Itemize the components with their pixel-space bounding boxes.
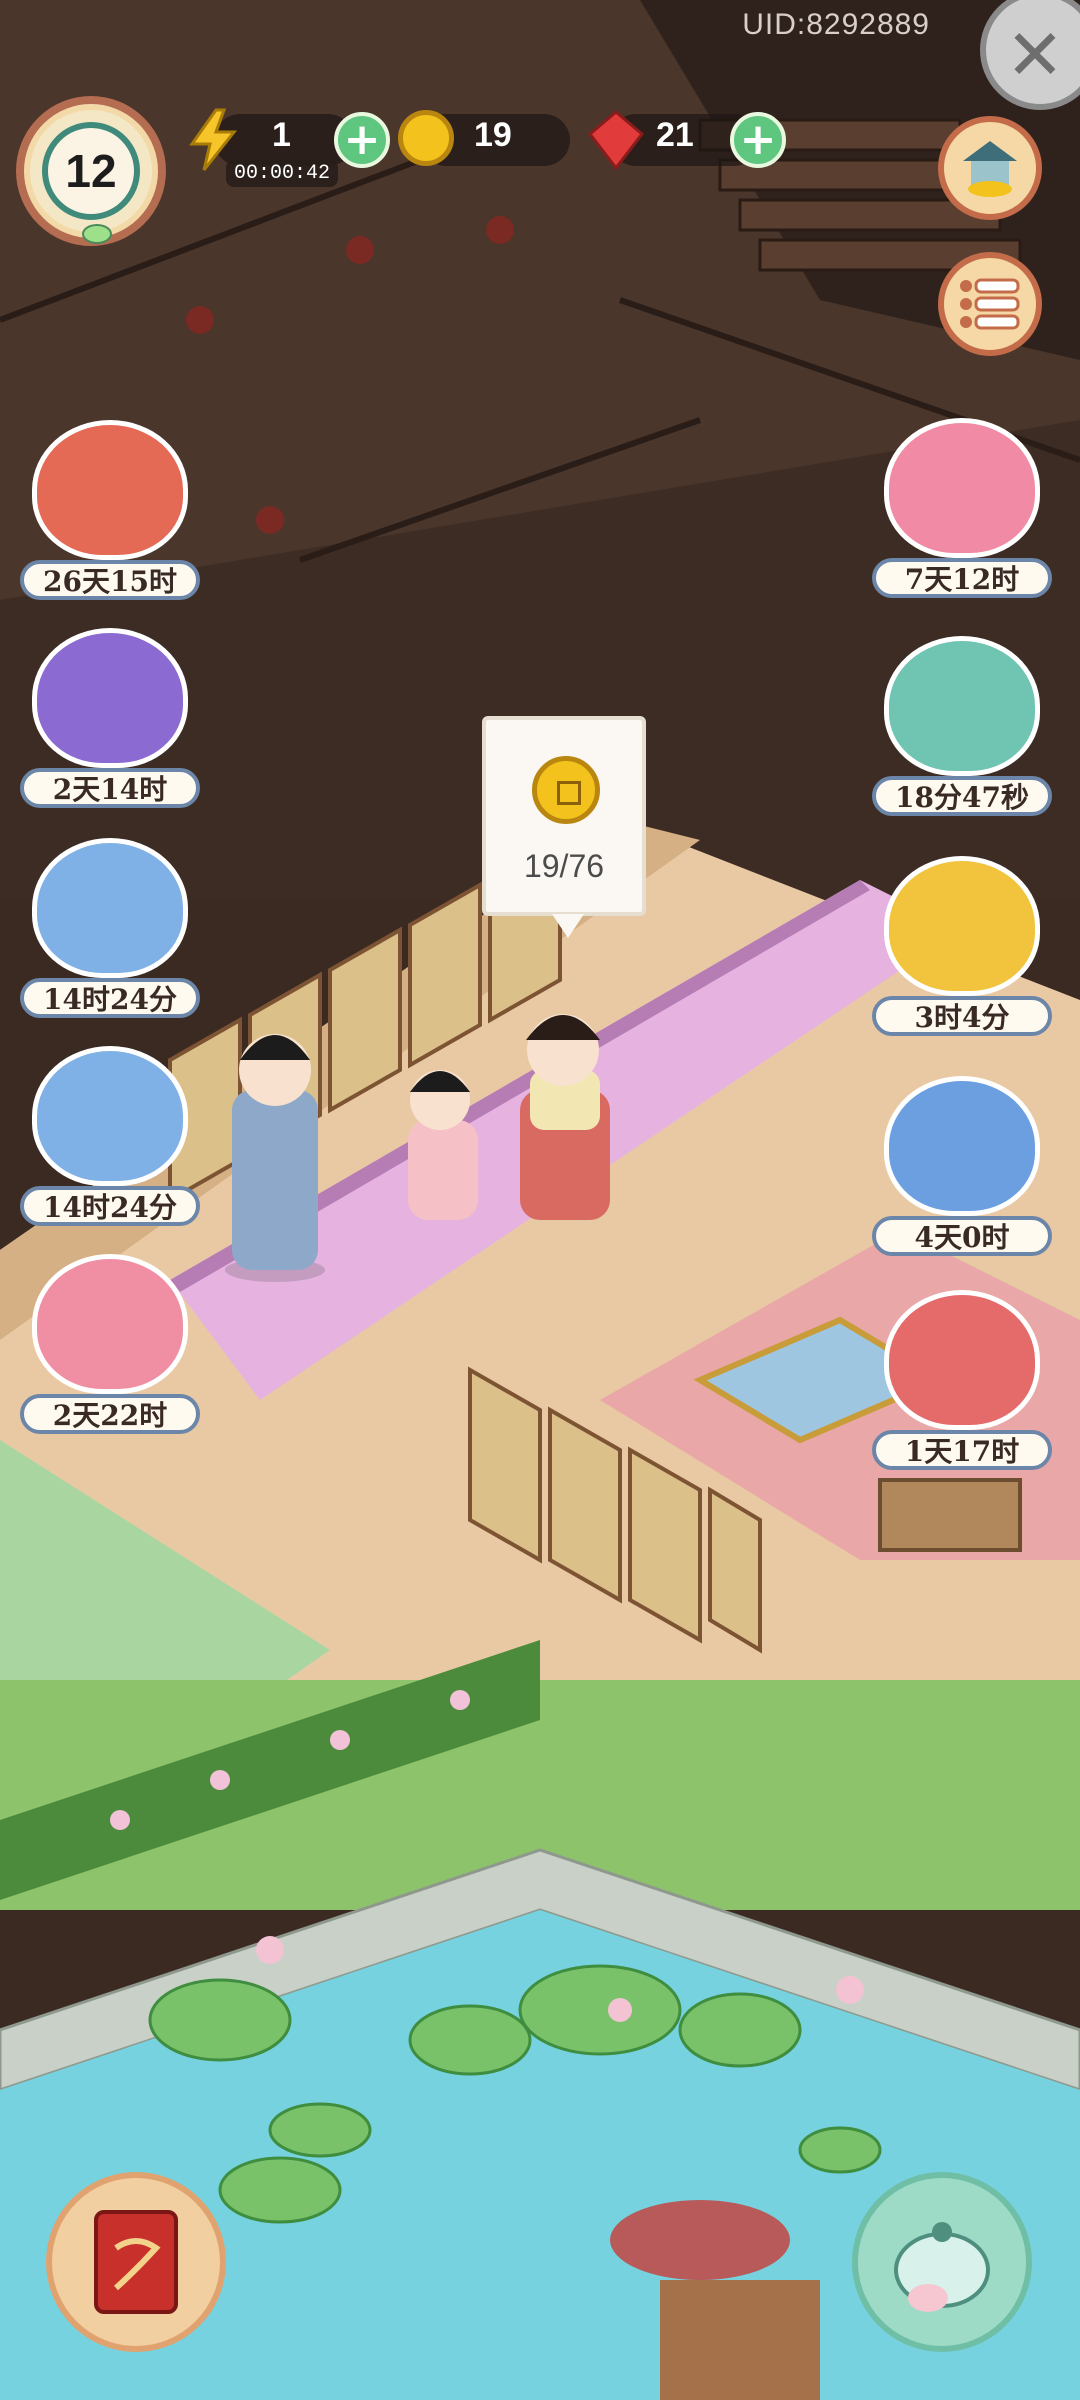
energy-timer: 00:00:42 [226,160,339,187]
moon-rabbit-icon [32,1046,188,1186]
event-timer: 14时24分 [20,978,200,1018]
event-left-5[interactable]: 2天22时 [20,1254,200,1434]
coin-icon [398,110,454,166]
gems-value: 21 [656,116,694,154]
lucky-cat-treasure-icon [884,636,1040,776]
energy-value: 1 [272,116,291,154]
event-timer: 4天0时 [872,1216,1052,1256]
event-right-3[interactable]: 3时4分 [872,856,1052,1036]
leaf-icon [82,224,112,244]
event-right-1[interactable]: 7天12时 [872,418,1052,598]
gem-icon [587,110,645,171]
journal-button[interactable] [46,2172,226,2352]
event-timer: 3时4分 [872,996,1052,1036]
mooncake-icon [32,838,188,978]
add-gems-button[interactable]: + [730,112,786,168]
pavilion-icon [963,141,1017,197]
level-ring: 12 [42,122,140,220]
white-rabbit-icon [884,418,1040,558]
mouse-gem-icon [32,1254,188,1394]
shop-button[interactable] [938,116,1042,220]
uid-label: UID:8292889 [742,8,930,41]
girl-gift-icon [884,1290,1040,1430]
rabbit-chest-icon [884,1076,1040,1216]
teapot-button[interactable] [852,2172,1032,2352]
event-left-4[interactable]: 14时24分 [20,1046,200,1226]
rabbit-lantern-icon [32,628,188,768]
event-right-2[interactable]: 18分47秒 [872,636,1052,816]
coin-collection-tooltip[interactable]: 19/76 [482,716,646,938]
event-timer: 2天22时 [20,1394,200,1434]
player-level-badge[interactable]: 12 [16,96,166,246]
add-energy-button[interactable]: + [334,112,390,168]
event-right-5[interactable]: 1天17时 [872,1290,1052,1470]
event-timer: 14时24分 [20,1186,200,1226]
teapot-icon [894,2222,990,2312]
coin-icon [532,756,600,824]
event-left-3[interactable]: 14时24分 [20,838,200,1018]
coins-value: 19 [474,116,512,154]
event-timer: 2天14时 [20,768,200,808]
golden-chest-icon [884,856,1040,996]
event-timer: 26天15时 [20,560,200,600]
coin-progress: 19/76 [523,848,605,884]
newspaper-flowers-icon [32,420,188,560]
event-timer: 1天17时 [872,1430,1052,1470]
list-menu-icon [960,278,1020,330]
event-right-4[interactable]: 4天0时 [872,1076,1052,1256]
event-left-2[interactable]: 2天14时 [20,628,200,808]
close-icon: ✕ [1005,14,1065,96]
event-timer: 7天12时 [872,558,1052,598]
event-timer: 18分47秒 [872,776,1052,816]
event-left-1[interactable]: 26天15时 [20,420,200,600]
menu-button[interactable] [938,252,1042,356]
red-book-icon [94,2210,178,2314]
player-level: 12 [65,145,117,197]
